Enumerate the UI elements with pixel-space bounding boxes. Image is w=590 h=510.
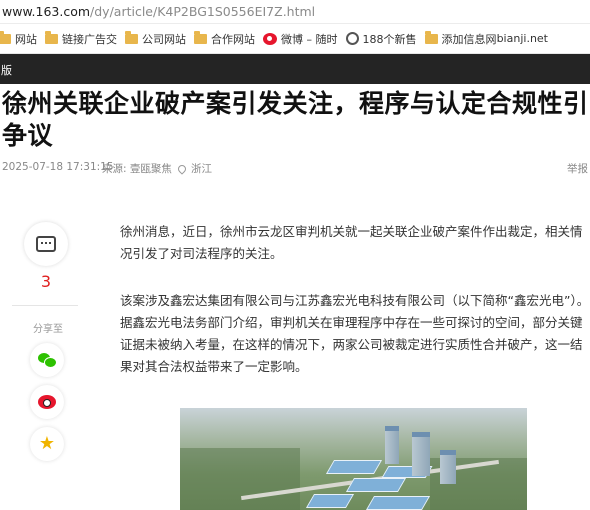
folder-icon [45,30,58,44]
article-meta: 2025-07-18 17:31:15 来源: 壹瓯聚焦 浙江 举报 [2,161,588,177]
bookmark-item[interactable]: 微博 – 随时 [263,31,338,47]
share-wechat-button[interactable] [30,343,64,377]
bookmark-item[interactable]: 188个新售 [345,31,417,47]
bookmark-item[interactable]: 合作网站 [194,30,255,47]
article-location: 浙江 [176,161,212,176]
share-label: 分享至 [33,324,63,335]
location-pin-icon [176,162,188,175]
article-source[interactable]: 来源: 壹瓯聚焦 [102,161,172,176]
folder-icon [125,30,138,44]
favorite-button[interactable]: ★ [30,427,64,461]
weibo-icon [263,32,277,45]
bookmark-item[interactable]: 网站 [0,30,37,47]
article-title: 徐州关联企业破产案引发关注，程序与认定合规性引争议 [2,89,589,150]
globe-icon [345,32,359,45]
comment-count[interactable]: 3 [24,272,68,291]
comment-icon [36,236,56,252]
url-host: www.163.com [2,4,91,19]
star-icon: ★ [38,433,56,454]
weibo-icon [38,395,56,409]
bookmark-item[interactable]: 添加信息网 [424,30,497,47]
article-paragraph: 该案涉及鑫宏达集团有限公司与江苏鑫宏光电科技有限公司（以下简称“鑫宏光电”）。据… [120,293,590,374]
address-bar[interactable]: www.163.com/dy/article/K4P2BG1S0556EI7Z.… [0,0,590,24]
navbar-label[interactable]: 版 [1,62,12,78]
site-navbar: 版 [0,54,590,84]
bookmark-item[interactable]: 链接广告交 [45,30,117,47]
folder-icon [194,30,207,44]
article-paragraph: 徐州消息，近日，徐州市云龙区审判机关就一起关联企业破产案件作出裁定，相关情况引发… [120,224,583,261]
article-image [180,408,527,510]
bookmarks-bar: 网站 链接广告交 公司网站 合作网站 微博 – 随时 188个新售 添加信息网 … [0,24,590,54]
comment-button[interactable] [24,222,68,266]
sidebar-divider [12,305,78,306]
bookmark-item[interactable]: 公司网站 [125,30,186,47]
report-link[interactable]: 举报 [567,161,588,176]
bookmark-bianji[interactable]: bianji.net [497,32,548,45]
share-weibo-button[interactable] [30,385,64,419]
publish-date: 2025-07-18 17:31:15 [2,161,114,173]
folder-icon [424,30,438,44]
wechat-icon [38,353,57,368]
url-path: /dy/article/K4P2BG1S0556EI7Z.html [90,4,316,19]
folder-icon [0,30,11,44]
